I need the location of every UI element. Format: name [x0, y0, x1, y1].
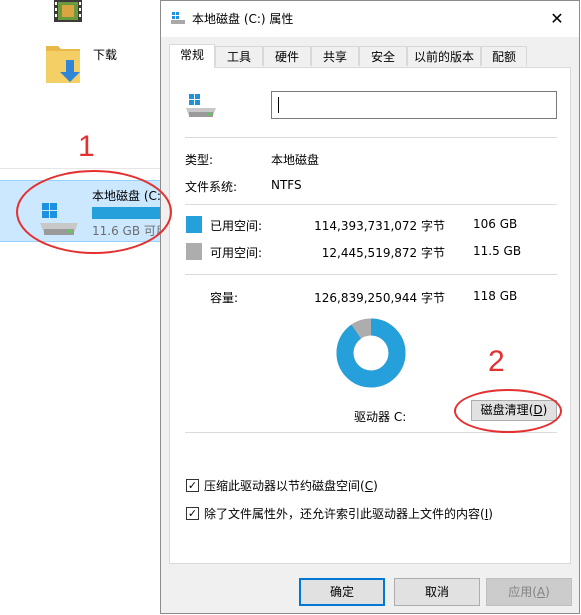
- divider: [0, 168, 160, 169]
- free-space-size: 11.5 GB: [473, 244, 522, 258]
- free-space-label: 可用空间:: [210, 246, 263, 260]
- filesystem-value: NTFS: [271, 178, 302, 192]
- check-icon: ✓: [187, 479, 198, 492]
- index-checkbox[interactable]: ✓: [186, 507, 199, 520]
- close-icon: ✕: [550, 8, 564, 28]
- separator: [185, 204, 557, 205]
- general-panel: 类型: 本地磁盘 文件系统: NTFS 已用空间: 114,393,731,07…: [169, 67, 571, 564]
- capacity-bytes: 126,839,250,944 字节: [314, 291, 445, 305]
- separator: [185, 137, 557, 138]
- check-icon: ✓: [187, 507, 198, 520]
- dialog-title: 本地磁盘 (C:) 属性: [192, 12, 294, 26]
- filesystem-label: 文件系统:: [185, 180, 238, 194]
- compress-checkbox[interactable]: ✓: [186, 479, 199, 492]
- close-button[interactable]: ✕: [535, 1, 579, 35]
- used-space-size: 106 GB: [473, 217, 518, 231]
- text-caret: [278, 97, 279, 113]
- capacity-label: 容量:: [210, 291, 239, 305]
- annotation-number-2: 2: [488, 345, 505, 378]
- tab-security[interactable]: 安全: [359, 46, 407, 66]
- tab-general[interactable]: 常规: [169, 44, 215, 68]
- usage-donut-chart: [336, 318, 406, 388]
- cancel-button[interactable]: 取消: [394, 578, 480, 606]
- free-space-swatch: [186, 243, 202, 260]
- capacity-size: 118 GB: [473, 289, 518, 303]
- annotation-number-1: 1: [78, 130, 95, 163]
- annotation-ellipse-cleanup: [454, 389, 562, 433]
- donut-used-segment: [336, 318, 406, 388]
- used-space-label: 已用空间:: [210, 219, 263, 233]
- used-space-bytes: 114,393,731,072 字节: [314, 219, 445, 233]
- drive-letter-label: 驱动器 C:: [354, 410, 407, 424]
- downloads-folder-icon[interactable]: [44, 42, 84, 86]
- video-folder-icon[interactable]: [52, 0, 84, 22]
- type-label: 类型:: [185, 153, 214, 167]
- drive-icon: [186, 94, 216, 117]
- drive-title-icon: [171, 12, 185, 24]
- compress-label[interactable]: 压缩此驱动器以节约磁盘空间(C): [204, 477, 378, 494]
- properties-dialog: 本地磁盘 (C:) 属性 ✕ 常规 工具 硬件 共享 安全 以前的版本 配额 类…: [160, 0, 580, 614]
- used-space-swatch: [186, 216, 202, 233]
- tab-tools[interactable]: 工具: [215, 46, 263, 66]
- index-label[interactable]: 除了文件属性外，还允许索引此驱动器上文件的内容(I): [204, 505, 493, 522]
- separator: [185, 274, 557, 275]
- tab-hardware[interactable]: 硬件: [263, 46, 311, 66]
- annotation-ellipse-drive: [16, 170, 172, 254]
- downloads-label[interactable]: 下载: [93, 46, 117, 63]
- tab-previous-versions[interactable]: 以前的版本: [407, 46, 481, 66]
- ok-button[interactable]: 确定: [299, 578, 385, 606]
- type-value: 本地磁盘: [271, 153, 320, 167]
- title-bar[interactable]: 本地磁盘 (C:) 属性 ✕: [161, 1, 579, 37]
- drive-name-input[interactable]: [271, 91, 557, 119]
- apply-button[interactable]: 应用(A): [486, 578, 572, 606]
- free-space-bytes: 12,445,519,872 字节: [321, 246, 445, 260]
- tab-quota[interactable]: 配额: [481, 46, 527, 66]
- tab-sharing[interactable]: 共享: [311, 46, 359, 66]
